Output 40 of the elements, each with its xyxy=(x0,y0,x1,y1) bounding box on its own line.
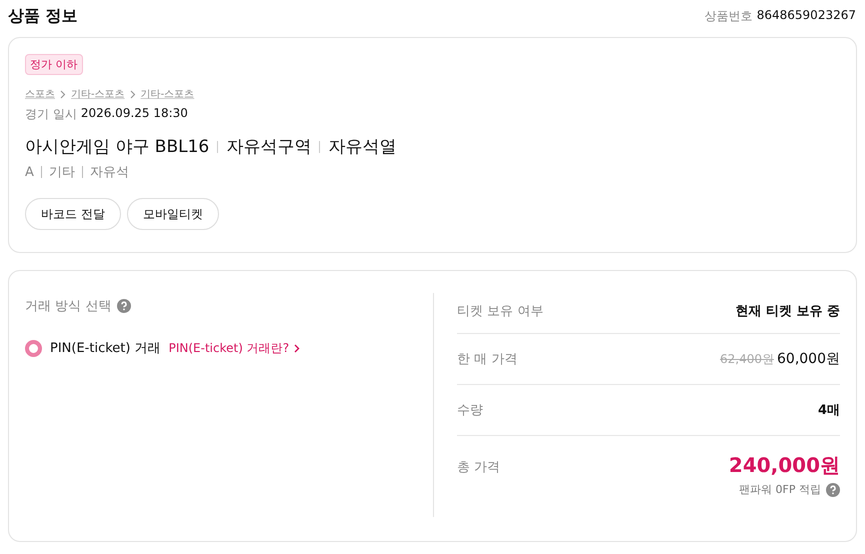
chevron-icon xyxy=(130,90,136,98)
help-icon[interactable] xyxy=(117,299,132,313)
fan-power-note: 팬파워 0FP 적립 xyxy=(739,482,821,497)
seat-info: A xyxy=(25,164,34,180)
help-icon[interactable] xyxy=(826,482,840,496)
summary-label: 수량 xyxy=(457,402,483,419)
separator xyxy=(217,140,218,152)
product-title: 자유석구역 xyxy=(226,136,312,158)
match-date: 2026.09.25 18:30 xyxy=(80,106,188,122)
product-title: 자유석열 xyxy=(328,136,396,158)
trade-option-label[interactable]: PIN(E-ticket) 거래 xyxy=(50,339,161,357)
product-title: 아시안게임 야구 BBL16 xyxy=(25,136,210,158)
section-title: 상품 정보 xyxy=(8,6,78,26)
seat-info: 기타 xyxy=(48,164,75,181)
summary-value: 4매 xyxy=(818,402,840,419)
breadcrumb-link[interactable]: 기타-스포츠 xyxy=(140,87,194,101)
seat-info: 자유석 xyxy=(90,164,129,181)
date-label: 경기 일시 xyxy=(25,106,77,123)
breadcrumb-link[interactable]: 기타-스포츠 xyxy=(71,87,125,101)
ticket-type-button[interactable]: 바코드 전달 xyxy=(25,198,121,230)
product-number: 8648659023267 xyxy=(756,8,856,24)
help-link[interactable]: PIN(E-ticket) 거래란? xyxy=(168,340,300,356)
summary-value: 현재 티켓 보유 중 xyxy=(735,302,840,320)
breadcrumb-link[interactable]: 스포츠 xyxy=(25,87,55,101)
chevron-icon xyxy=(294,344,300,352)
separator xyxy=(82,166,83,178)
price-badge: 정가 이하 xyxy=(25,54,82,75)
separator xyxy=(319,140,320,152)
product-number-label: 상품번호 xyxy=(704,8,753,24)
chevron-icon xyxy=(60,90,66,98)
unit-price: 60,000원 xyxy=(777,351,840,367)
trade-method-title: 거래 방식 선택 xyxy=(25,298,112,315)
radio-button[interactable] xyxy=(25,340,42,356)
separator xyxy=(40,166,42,178)
summary-label: 총 가격 xyxy=(457,459,500,476)
original-price: 62,400원 xyxy=(720,352,774,366)
ticket-type-button[interactable]: 모바일티켓 xyxy=(126,198,219,230)
total-price: 240,000원 xyxy=(728,452,840,479)
summary-label: 티켓 보유 여부 xyxy=(457,302,544,320)
summary-label: 한 매 가격 xyxy=(457,351,518,368)
